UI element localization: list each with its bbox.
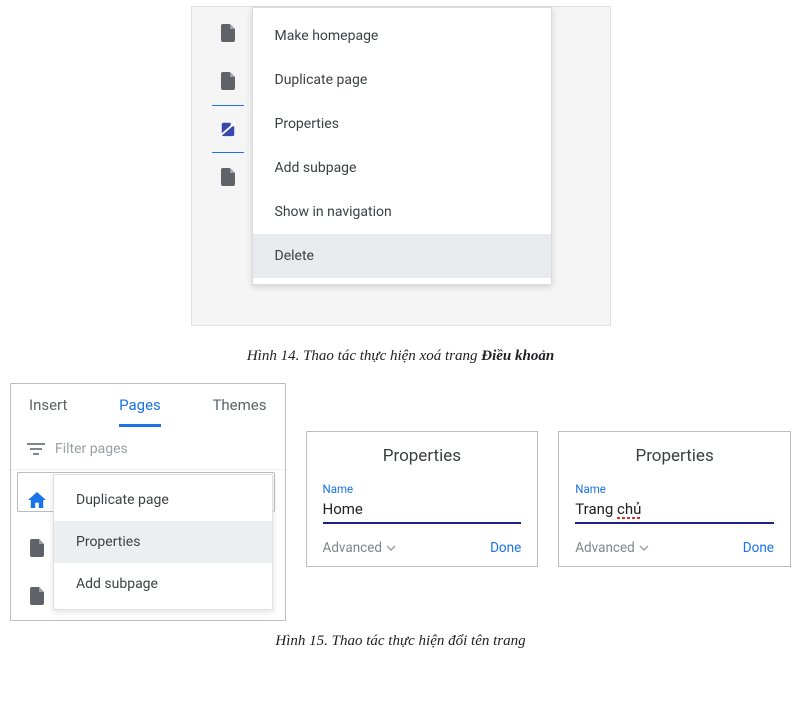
name-label: Name xyxy=(575,482,774,496)
document-icon xyxy=(220,168,236,186)
filter-placeholder: Filter pages xyxy=(55,441,128,457)
document-icon xyxy=(220,72,236,90)
page-icon-selected[interactable] xyxy=(212,105,244,153)
panel-tabs: Insert Pages Themes xyxy=(11,384,285,427)
properties-dialog-b: Properties Name Trang chủ Advanced Done xyxy=(558,431,791,567)
menu-item-properties[interactable]: Properties xyxy=(253,102,551,146)
filter-icon xyxy=(27,442,45,456)
page-icon-column xyxy=(212,9,244,201)
figure-14-panel: Make homepage Duplicate page Properties … xyxy=(191,6,611,326)
figure-15: Insert Pages Themes Filter pages xyxy=(4,383,797,621)
pages-panel: Insert Pages Themes Filter pages xyxy=(10,383,286,621)
done-button[interactable]: Done xyxy=(743,540,774,556)
name-input-text: Trang xyxy=(575,500,617,518)
page-context-menu-small: Duplicate page Properties Add subpage xyxy=(53,474,273,610)
advanced-toggle[interactable]: Advanced xyxy=(575,540,649,556)
name-label: Name xyxy=(323,482,522,496)
menu-item-add-subpage[interactable]: Add subpage xyxy=(253,146,551,190)
home-page-row[interactable] xyxy=(23,476,51,524)
menu-item-add-subpage[interactable]: Add subpage xyxy=(54,563,272,605)
document-icon xyxy=(220,24,236,42)
tab-themes[interactable]: Themes xyxy=(212,396,266,427)
advanced-toggle[interactable]: Advanced xyxy=(323,540,397,556)
menu-item-show-in-navigation[interactable]: Show in navigation xyxy=(253,190,551,234)
document-icon xyxy=(29,539,45,557)
spellcheck-underline: chủ xyxy=(617,500,641,518)
advanced-label: Advanced xyxy=(323,540,383,556)
menu-item-duplicate-page[interactable]: Duplicate page xyxy=(54,479,272,521)
name-input[interactable]: Trang chủ xyxy=(575,498,774,524)
dialog-title: Properties xyxy=(323,446,522,466)
menu-item-properties[interactable]: Properties xyxy=(54,521,272,563)
properties-dialog-a: Properties Name Home Advanced Done xyxy=(306,431,539,567)
menu-item-duplicate-page[interactable]: Duplicate page xyxy=(253,58,551,102)
chevron-down-icon xyxy=(386,543,396,553)
filter-pages-row[interactable]: Filter pages xyxy=(11,427,285,470)
caption-bold: Điều khoản xyxy=(481,348,554,364)
page-row[interactable] xyxy=(23,524,51,572)
pages-list: Duplicate page Properties Add subpage xyxy=(11,470,285,620)
page-icon xyxy=(212,153,244,201)
hidden-page-icon xyxy=(220,120,236,138)
page-icon xyxy=(212,9,244,57)
menu-item-make-homepage[interactable]: Make homepage xyxy=(253,14,551,58)
page-row-icons xyxy=(23,476,51,620)
caption-text: Hình 14. Thao tác thực hiện xoá trang xyxy=(247,348,481,364)
tab-pages[interactable]: Pages xyxy=(119,396,161,427)
figure-14: Make homepage Duplicate page Properties … xyxy=(4,6,797,336)
figure-14-caption: Hình 14. Thao tác thực hiện xoá trang Đi… xyxy=(4,348,797,365)
advanced-label: Advanced xyxy=(575,540,635,556)
page-row[interactable] xyxy=(23,572,51,620)
menu-item-delete[interactable]: Delete xyxy=(253,234,551,278)
page-icon xyxy=(212,57,244,105)
tab-insert[interactable]: Insert xyxy=(29,396,67,427)
name-input[interactable]: Home xyxy=(323,498,522,524)
dialog-title: Properties xyxy=(575,446,774,466)
done-button[interactable]: Done xyxy=(490,540,521,556)
home-icon xyxy=(28,492,46,508)
document-icon xyxy=(29,587,45,605)
page-context-menu: Make homepage Duplicate page Properties … xyxy=(252,7,552,285)
figure-15-caption: Hình 15. Thao tác thực hiện đổi tên tran… xyxy=(4,633,797,650)
chevron-down-icon xyxy=(639,543,649,553)
